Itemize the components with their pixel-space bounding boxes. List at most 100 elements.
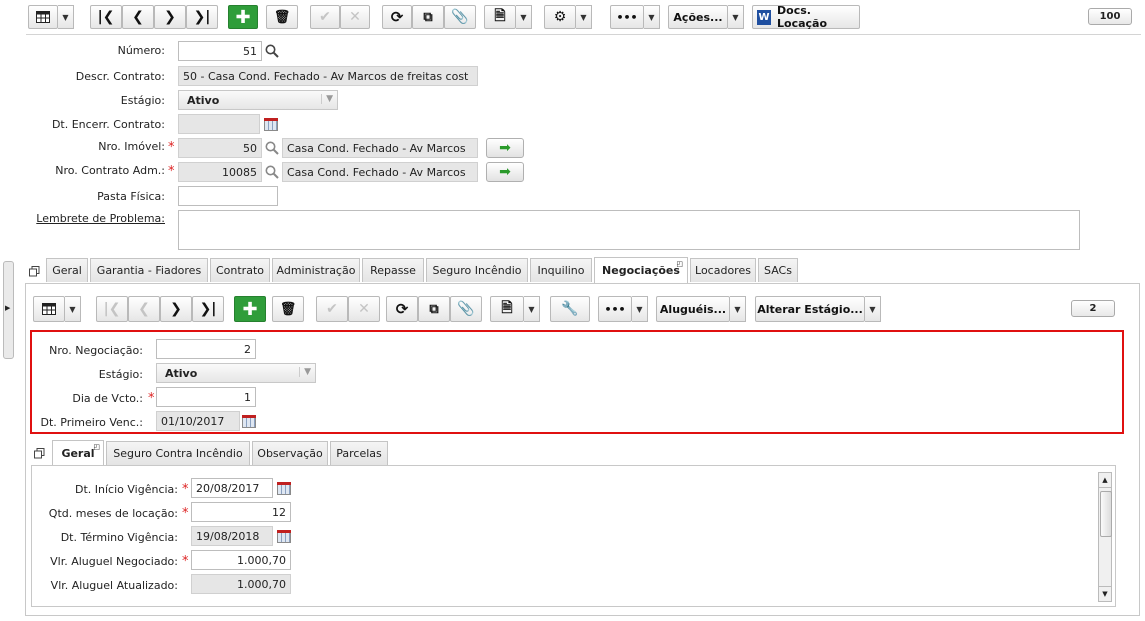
subtab-observacao[interactable]: Observação <box>252 441 328 465</box>
acoes-button[interactable]: Ações... <box>668 5 728 29</box>
copy-button[interactable]: ⧉ <box>418 296 450 322</box>
add-button[interactable]: ✚ <box>228 5 258 29</box>
report-button[interactable]: 🗎 <box>490 296 524 322</box>
confirm-button[interactable]: ✔ <box>310 5 340 29</box>
trash-icon: 🗑 <box>273 9 291 25</box>
subtab-geral[interactable]: Geral ◰ <box>52 440 104 466</box>
tab-sacs[interactable]: SACs <box>758 258 798 282</box>
attach-button[interactable]: 📎 <box>450 296 482 322</box>
open-contrato-adm-button[interactable]: ➡ <box>486 162 524 182</box>
docs-locacao-button[interactable]: W Docs. Locação <box>752 4 860 30</box>
next-record-button[interactable]: ❯ <box>154 5 186 29</box>
refresh-button[interactable]: ⟳ <box>386 296 418 322</box>
dt-termino-field[interactable]: 19/08/2018 <box>191 526 273 546</box>
previous-record-button[interactable]: ❮ <box>128 296 160 322</box>
dia-vcto-field[interactable]: 1 <box>156 387 256 407</box>
grid-view-button[interactable] <box>28 5 58 29</box>
grid-view-dropdown[interactable]: ▼ <box>58 5 74 29</box>
more-dropdown[interactable]: ▼ <box>644 5 660 29</box>
first-record-button[interactable]: |❮ <box>96 296 128 322</box>
add-button[interactable]: ✚ <box>234 296 266 322</box>
delete-button[interactable]: 🗑 <box>266 5 298 29</box>
report-button[interactable]: 🗎 <box>484 5 516 29</box>
scroll-up-icon[interactable]: ▲ <box>1099 473 1111 488</box>
refresh-button[interactable]: ⟳ <box>382 5 412 29</box>
qtd-meses-field[interactable]: 12 <box>191 502 291 522</box>
popout-icon[interactable]: ◰ <box>676 260 683 268</box>
scrollbar[interactable]: ▲ ▼ <box>1098 472 1112 602</box>
estagio-select[interactable]: Ativo ▼ <box>178 90 338 110</box>
next-record-button[interactable]: ❯ <box>160 296 192 322</box>
search-icon[interactable] <box>265 165 279 179</box>
open-imovel-button[interactable]: ➡ <box>486 138 524 158</box>
cancel-button[interactable]: ✕ <box>340 5 370 29</box>
popout-icon[interactable]: ◰ <box>93 443 100 451</box>
calendar-icon[interactable] <box>264 118 278 131</box>
calendar-icon[interactable] <box>277 530 291 543</box>
dt-encerr-field[interactable] <box>178 114 260 134</box>
tab-seguro-incendio[interactable]: Seguro Incêndio <box>426 258 528 282</box>
alugueis-button[interactable]: Aluguéis... <box>656 296 730 322</box>
tab-negociacoes[interactable]: Negociações ◰ <box>594 257 688 283</box>
vlr-negociado-field[interactable]: 1.000,70 <box>191 550 291 570</box>
settings-dropdown[interactable]: ▼ <box>576 5 592 29</box>
tab-garantia-fiadores[interactable]: Garantia - Fiadores <box>90 258 208 282</box>
chevron-down-icon: ▼ <box>528 304 535 314</box>
report-dropdown[interactable]: ▼ <box>516 5 532 29</box>
report-dropdown[interactable]: ▼ <box>524 296 540 322</box>
alterar-estagio-button[interactable]: Alterar Estágio... <box>755 296 865 322</box>
pasta-fisica-field[interactable] <box>178 186 278 206</box>
numero-field[interactable]: 51 <box>178 41 262 61</box>
grid-view-dropdown[interactable]: ▼ <box>65 296 81 322</box>
nro-contrato-adm-field[interactable]: 10085 <box>178 162 262 182</box>
search-icon[interactable] <box>265 141 279 155</box>
nro-imovel-field[interactable]: 50 <box>178 138 262 158</box>
side-collapse-handle[interactable]: ▶ <box>3 261 14 359</box>
tab-administracao[interactable]: Administração <box>272 258 360 282</box>
last-record-button[interactable]: ❯| <box>186 5 218 29</box>
tab-inquilino[interactable]: Inquilino <box>530 258 592 282</box>
lembrete-field[interactable] <box>178 210 1080 250</box>
alugueis-label: Aluguéis... <box>659 302 727 316</box>
restore-icon[interactable] <box>29 266 40 277</box>
tab-locadores[interactable]: Locadores <box>690 258 756 282</box>
subtab-seguro-contra-incendio[interactable]: Seguro Contra Incêndio <box>106 441 250 465</box>
subtab-parcelas[interactable]: Parcelas <box>330 441 388 465</box>
chevron-down-icon: ▼ <box>732 12 739 22</box>
alugueis-dropdown[interactable]: ▼ <box>730 296 746 322</box>
dt-inicio-field[interactable]: 20/08/2017 <box>191 478 273 498</box>
tools-button[interactable]: 🔧 <box>550 296 590 322</box>
more-button[interactable]: ••• <box>598 296 632 322</box>
grid-view-button[interactable] <box>33 296 65 322</box>
first-record-button[interactable]: |❮ <box>90 5 122 29</box>
gear-icon: ⚙ <box>553 9 567 25</box>
restore-icon[interactable] <box>34 448 45 459</box>
copy-button[interactable]: ⧉ <box>412 5 444 29</box>
neg-estagio-select[interactable]: Ativo ▼ <box>156 363 316 383</box>
check-icon: ✔ <box>319 9 331 25</box>
last-record-button[interactable]: ❯| <box>192 296 224 322</box>
alterar-estagio-dropdown[interactable]: ▼ <box>865 296 881 322</box>
vlr-atualizado-field[interactable]: 1.000,70 <box>191 574 291 594</box>
scroll-down-icon[interactable]: ▼ <box>1099 586 1111 601</box>
acoes-dropdown[interactable]: ▼ <box>728 5 744 29</box>
scrollbar-thumb[interactable] <box>1100 491 1112 537</box>
tab-repasse[interactable]: Repasse <box>362 258 424 282</box>
calendar-icon[interactable] <box>277 482 291 495</box>
lembrete-label[interactable]: Lembrete de Problema: <box>36 212 165 225</box>
search-icon[interactable] <box>265 44 279 58</box>
previous-record-button[interactable]: ❮ <box>122 5 154 29</box>
tab-contrato[interactable]: Contrato <box>210 258 270 282</box>
attach-button[interactable]: 📎 <box>444 5 476 29</box>
tab-geral[interactable]: Geral <box>46 258 88 282</box>
more-dropdown[interactable]: ▼ <box>632 296 648 322</box>
settings-button[interactable]: ⚙ <box>544 5 576 29</box>
more-button[interactable]: ••• <box>610 5 644 29</box>
calendar-icon[interactable] <box>242 415 256 428</box>
nro-negociacao-field[interactable]: 2 <box>156 339 256 359</box>
confirm-button[interactable]: ✔ <box>316 296 348 322</box>
descr-contrato-field[interactable]: 50 - Casa Cond. Fechado - Av Marcos de f… <box>178 66 478 86</box>
cancel-button[interactable]: ✕ <box>348 296 380 322</box>
delete-button[interactable]: 🗑 <box>272 296 304 322</box>
dt-primeiro-venc-field[interactable]: 01/10/2017 <box>156 411 240 431</box>
